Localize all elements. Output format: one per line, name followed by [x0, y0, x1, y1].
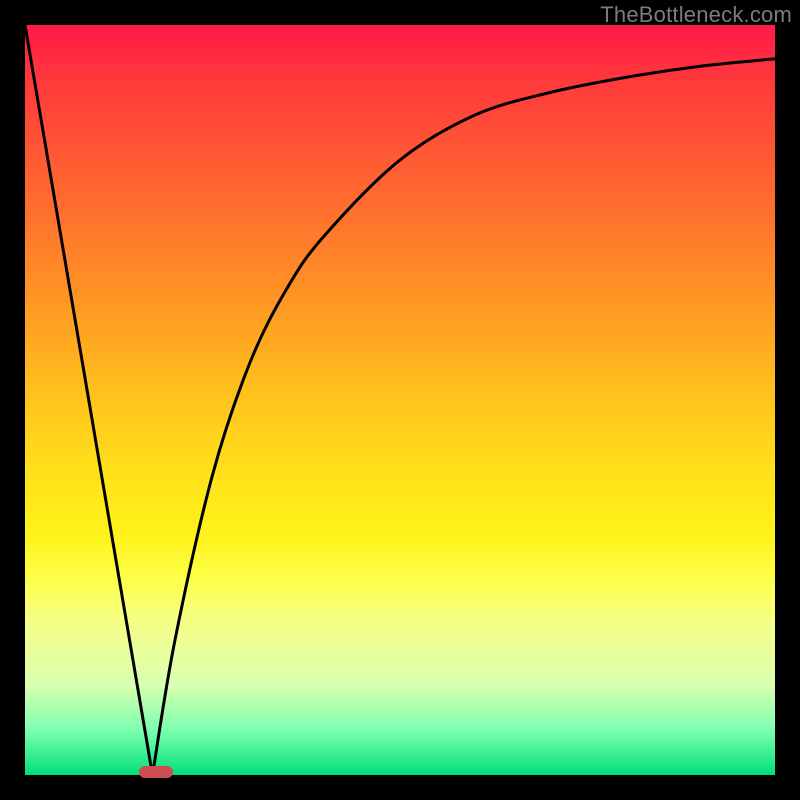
- curve-layer: [25, 25, 775, 775]
- left-line: [25, 25, 153, 775]
- chart-container: TheBottleneck.com: [0, 0, 800, 800]
- plot-area: [25, 25, 775, 775]
- bottleneck-marker: [139, 766, 173, 778]
- right-curve: [153, 59, 776, 775]
